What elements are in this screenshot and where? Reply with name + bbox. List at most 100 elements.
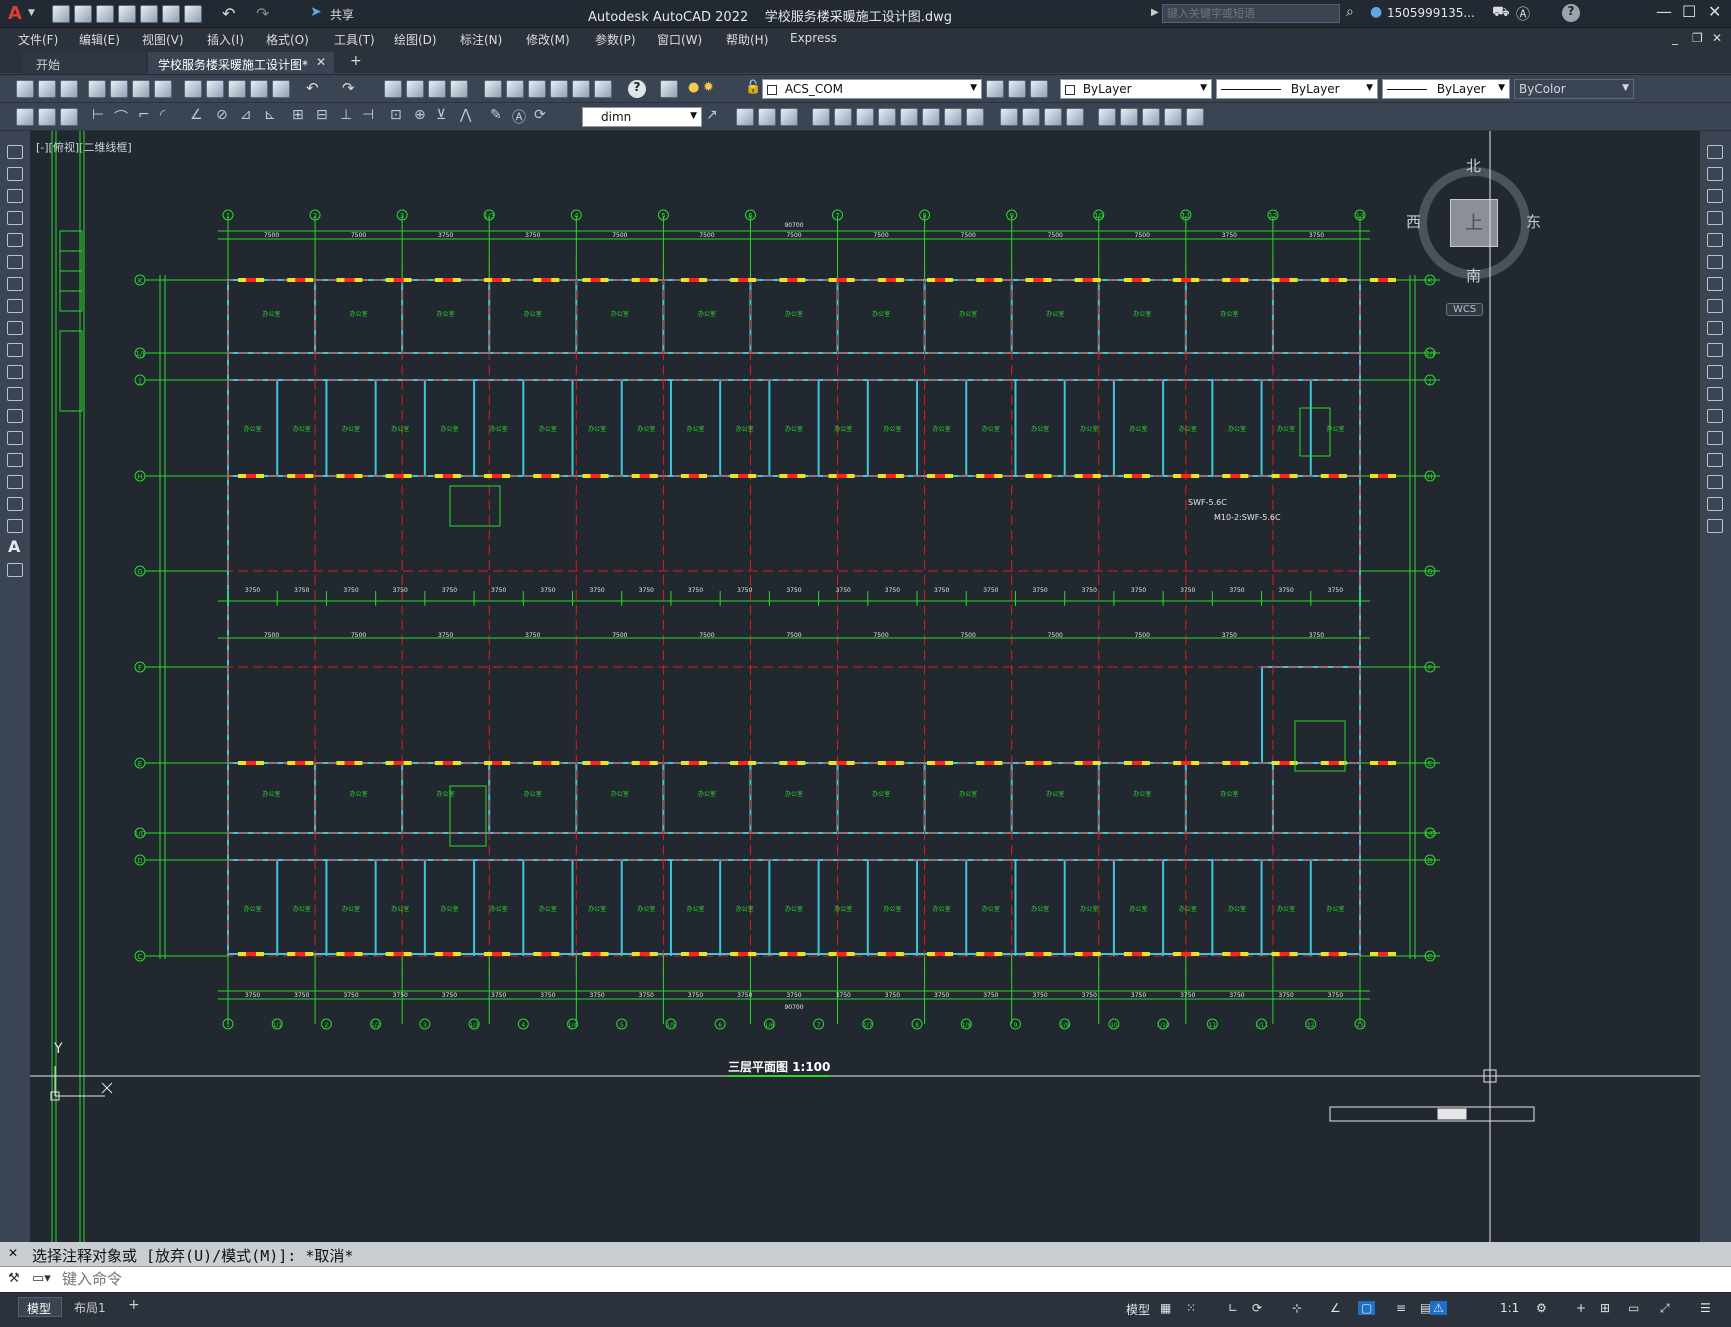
tab-start[interactable]: 开始 — [22, 52, 146, 74]
make-current-icon[interactable] — [986, 80, 1004, 98]
menu-modify[interactable]: 修改(M) — [526, 31, 570, 48]
design-center-icon[interactable] — [506, 80, 524, 98]
modify-explode-icon[interactable] — [1098, 108, 1116, 126]
scale-icon[interactable] — [1707, 299, 1723, 313]
make-block-icon[interactable] — [1164, 108, 1182, 126]
annotation-autoscale-icon[interactable]: ⚠ — [1430, 1301, 1447, 1315]
zoom-window-icon[interactable] — [428, 80, 446, 98]
modify-erase-icon[interactable] — [736, 108, 754, 126]
modify-array-icon[interactable] — [834, 108, 852, 126]
quick-dim-icon[interactable] — [38, 108, 56, 126]
mtext-icon[interactable]: A — [8, 537, 20, 556]
ellipse-icon[interactable] — [7, 343, 23, 357]
dim-baseline-icon[interactable]: ⊞ — [292, 107, 304, 123]
mirror-icon[interactable] — [1707, 189, 1723, 203]
dim-space-icon[interactable]: ⊥ — [340, 107, 352, 123]
open-web-icon[interactable] — [140, 5, 158, 23]
quick-dimension-icon[interactable]: ⊾ — [264, 107, 276, 123]
lineweight-select[interactable]: ByLayer ▼ — [1382, 79, 1510, 99]
menu-file[interactable]: 文件(F) — [18, 31, 58, 48]
help-button[interactable]: ? — [1562, 4, 1580, 22]
print-preview-icon[interactable] — [110, 80, 128, 98]
cart-icon[interactable]: ⛟ — [1492, 4, 1510, 22]
minimize-icon[interactable]: — — [1656, 2, 1672, 21]
line-icon[interactable] — [7, 145, 23, 159]
modify-stretch-icon[interactable] — [922, 108, 940, 126]
layout-tab-model[interactable]: 模型 — [18, 1297, 62, 1317]
search-expand-icon[interactable]: ▶ — [1151, 7, 1159, 18]
isodraft-icon[interactable]: ⊹ — [1292, 1301, 1302, 1315]
3d-print-icon[interactable] — [154, 80, 172, 98]
jogged-linear-icon[interactable]: ⋀ — [460, 107, 471, 123]
plot-icon[interactable] — [184, 5, 202, 23]
object-snap-icon[interactable]: ▢ — [1358, 1301, 1376, 1315]
break-icon[interactable] — [1707, 409, 1723, 423]
qnew-icon[interactable] — [16, 80, 34, 98]
explode-icon[interactable] — [1707, 519, 1723, 533]
tool-palettes-icon[interactable] — [528, 80, 546, 98]
menu-insert[interactable]: 插入(I) — [207, 31, 244, 48]
arc-icon[interactable] — [7, 255, 23, 269]
add-layout-button[interactable]: + — [128, 1297, 140, 1313]
layer-properties-icon[interactable] — [660, 80, 678, 98]
modify-join-icon[interactable] — [1022, 108, 1040, 126]
layer-select[interactable]: ACS_COM ▼ — [762, 79, 982, 99]
undo-icon[interactable]: ↶ — [222, 4, 235, 23]
array-icon[interactable] — [1707, 233, 1723, 247]
dim-ordinate-icon[interactable]: ⌐ — [138, 107, 150, 123]
dim-edit-icon[interactable]: ✎ — [490, 107, 502, 123]
search-icon[interactable]: ⌕ — [1346, 4, 1354, 20]
snap-icon[interactable]: ⁙ — [1186, 1301, 1196, 1315]
layer-lock-icon[interactable]: 🔓 — [745, 80, 761, 95]
menu-draw[interactable]: 绘图(D) — [394, 31, 437, 48]
workspace-gear-icon[interactable]: ⚙ — [1536, 1301, 1547, 1315]
ortho-icon[interactable]: ∟ — [1228, 1301, 1238, 1315]
lineweight-icon[interactable]: ≡ — [1396, 1301, 1406, 1315]
center-mark-icon[interactable]: ⊕ — [414, 107, 426, 123]
doc-restore-icon[interactable]: ❐ — [1692, 31, 1703, 45]
annotation-monitor-icon[interactable]: + — [1576, 1301, 1586, 1315]
quick-properties-icon[interactable]: ▭ — [1628, 1301, 1639, 1315]
menu-edit[interactable]: 编辑(E) — [79, 31, 120, 48]
zoom-previous-icon[interactable] — [450, 80, 468, 98]
help-icon[interactable]: ? — [628, 80, 646, 98]
move-icon[interactable] — [1707, 255, 1723, 269]
zoom-realtime-icon[interactable] — [406, 80, 424, 98]
user-icon[interactable]: ● — [1370, 4, 1382, 20]
dim-break-icon[interactable]: ⊣ — [362, 107, 374, 123]
break-at-point-icon[interactable] — [1707, 387, 1723, 401]
autodesk-app-icon[interactable]: Ⓐ — [1516, 4, 1530, 24]
dim-continue-icon[interactable]: ⊟ — [316, 107, 328, 123]
share-icon[interactable]: ➤ — [310, 4, 322, 20]
pan-icon[interactable] — [384, 80, 402, 98]
markup-icon[interactable] — [572, 80, 590, 98]
point-icon[interactable] — [7, 431, 23, 445]
polyline-icon[interactable] — [7, 189, 23, 203]
new-file-icon[interactable] — [52, 5, 70, 23]
rotate-icon[interactable] — [1707, 277, 1723, 291]
polygon-icon[interactable] — [7, 211, 23, 225]
dim-diameter-icon[interactable]: ⊘ — [216, 107, 228, 123]
dimstyle-manager-icon[interactable]: ↗ — [706, 107, 718, 123]
color-select[interactable]: ByLayer ▼ — [1060, 79, 1212, 99]
join-icon[interactable] — [1707, 431, 1723, 445]
stretch-icon[interactable] — [1707, 321, 1723, 335]
copy-object-icon[interactable] — [1707, 167, 1723, 181]
drawing-canvas[interactable]: [-][俯视][二维线框] 上 北 南 西 东 WCS 1 2 3 1/3 4 … — [30, 131, 1700, 1242]
tab-drawing[interactable]: 学校服务楼采暖施工设计图* ✕ — [148, 52, 334, 74]
open-icon[interactable] — [38, 80, 56, 98]
inspection-icon[interactable]: ⊻ — [436, 107, 446, 123]
modify-offset-icon[interactable] — [812, 108, 830, 126]
layout-tab-layout1[interactable]: 布局1 — [66, 1297, 120, 1317]
dimstyle-select[interactable]: dimn ▼ — [582, 107, 702, 127]
menu-format[interactable]: 格式(O) — [266, 31, 309, 48]
erase-icon[interactable] — [1707, 145, 1723, 159]
plotstyle-select[interactable]: ByColor ▼ — [1514, 79, 1634, 99]
layer-previous-icon[interactable] — [1008, 80, 1026, 98]
gradient-icon[interactable] — [7, 475, 23, 489]
doc-minimize-icon[interactable]: _ — [1672, 31, 1678, 45]
model-space-button[interactable]: 模型 — [1126, 1301, 1150, 1318]
undo-icon[interactable]: ↶ — [306, 79, 319, 97]
object-snap-tracking-icon[interactable]: ∠ — [1330, 1301, 1341, 1315]
linetype-select[interactable]: ByLayer ▼ — [1216, 79, 1378, 99]
